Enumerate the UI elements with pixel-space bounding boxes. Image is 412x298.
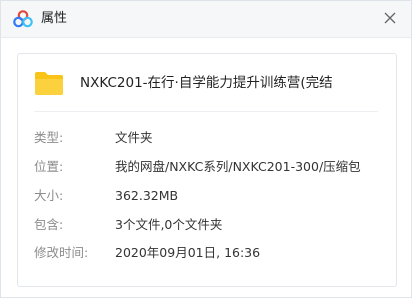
properties-dialog: 属性 NXKC201-在行·自学能力提升训练营(完结 类型: 文件夹 位置: 我…	[0, 0, 412, 298]
dialog-title: 属性	[41, 11, 68, 26]
properties-panel: NXKC201-在行·自学能力提升训练营(完结 类型: 文件夹 位置: 我的网盘…	[17, 53, 397, 287]
property-value: 362.32MB	[115, 188, 179, 203]
property-label: 包含:	[34, 217, 64, 232]
close-icon	[384, 9, 396, 28]
property-value: 文件夹	[115, 130, 153, 145]
property-value: 我的网盘/NXKC系列/NXKC201-300/压缩包	[115, 159, 361, 174]
property-value: 2020年09月01日, 16:36	[115, 245, 261, 260]
folder-icon	[34, 70, 64, 96]
property-label: 修改时间:	[34, 245, 89, 260]
file-name: NXKC201-在行·自学能力提升训练营(完结	[80, 75, 333, 91]
property-label: 大小:	[34, 188, 64, 203]
property-label: 类型:	[34, 130, 64, 145]
property-value: 3个文件,0个文件夹	[115, 217, 223, 232]
baidu-netdisk-cloud-icon	[13, 10, 33, 28]
title-bar[interactable]: 属性	[1, 1, 411, 38]
divider	[34, 111, 378, 112]
close-button[interactable]	[379, 7, 401, 29]
property-label: 位置:	[34, 159, 64, 174]
